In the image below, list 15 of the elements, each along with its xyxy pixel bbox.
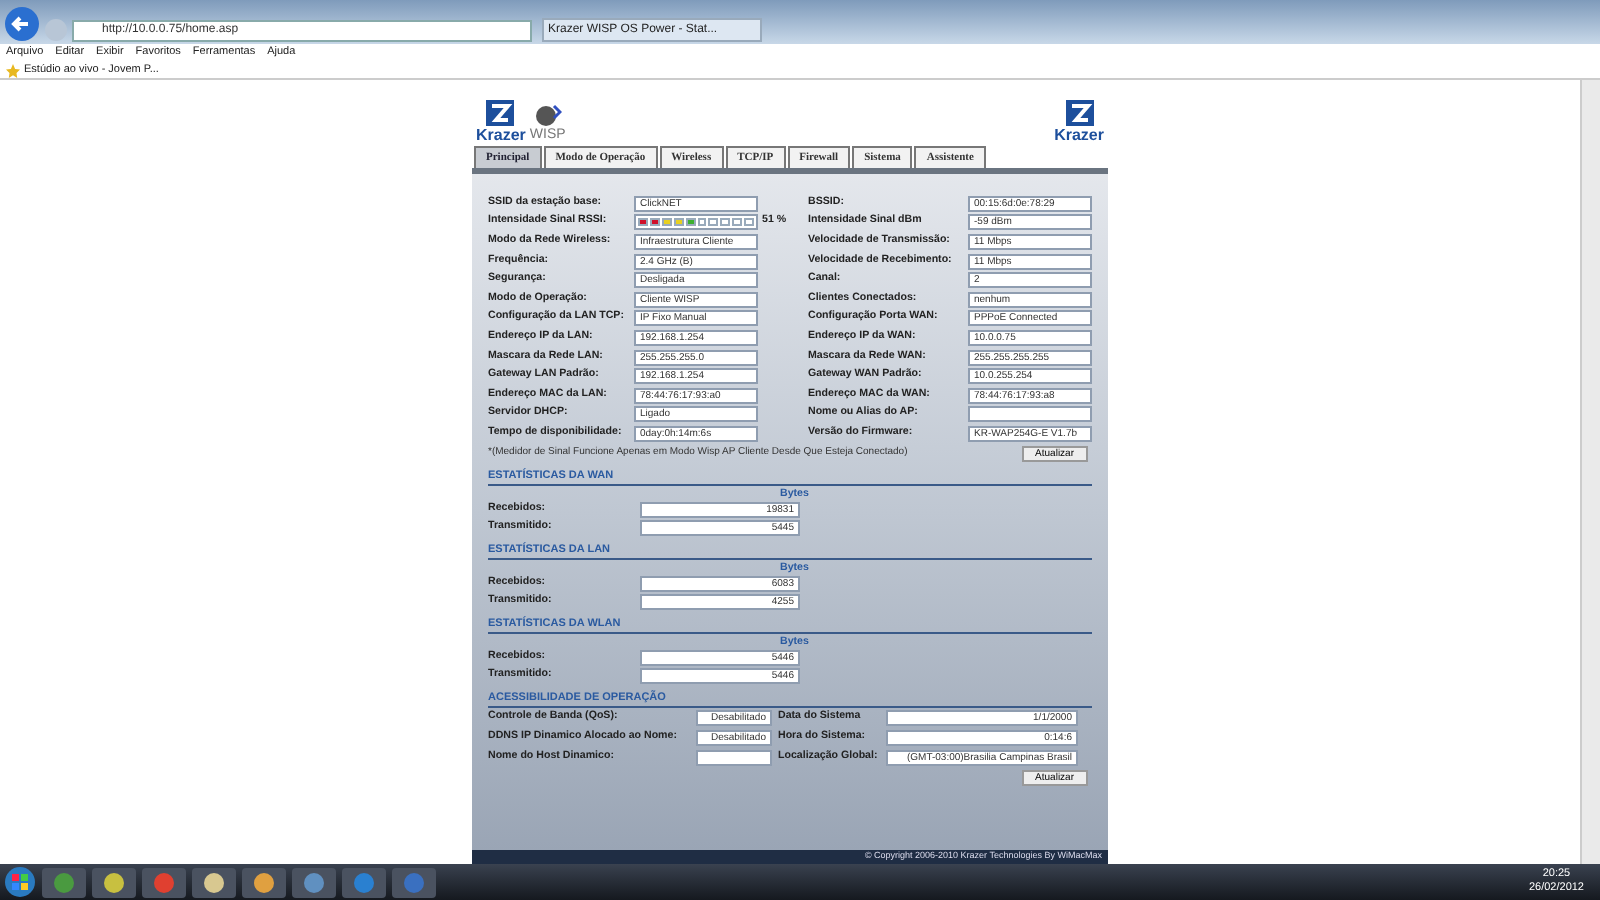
taskbar-app-icon[interactable] <box>92 867 136 897</box>
logo-icon <box>486 100 515 126</box>
brand-name: Krazer <box>1054 126 1104 144</box>
brand-name: Krazer <box>476 126 526 144</box>
taskbar-app-icon[interactable] <box>192 867 236 897</box>
start-icon[interactable] <box>4 866 36 898</box>
back-icon[interactable] <box>4 6 40 42</box>
scrollbar[interactable] <box>1580 80 1600 864</box>
taskbar-app-icon[interactable] <box>292 867 336 897</box>
value-field <box>968 406 1092 423</box>
value-field <box>696 749 772 766</box>
star-icon[interactable] <box>6 63 20 77</box>
logo-icon <box>1065 100 1094 126</box>
taskbar-app-icon[interactable] <box>342 867 386 897</box>
taskbar-app-icon[interactable] <box>242 867 286 897</box>
